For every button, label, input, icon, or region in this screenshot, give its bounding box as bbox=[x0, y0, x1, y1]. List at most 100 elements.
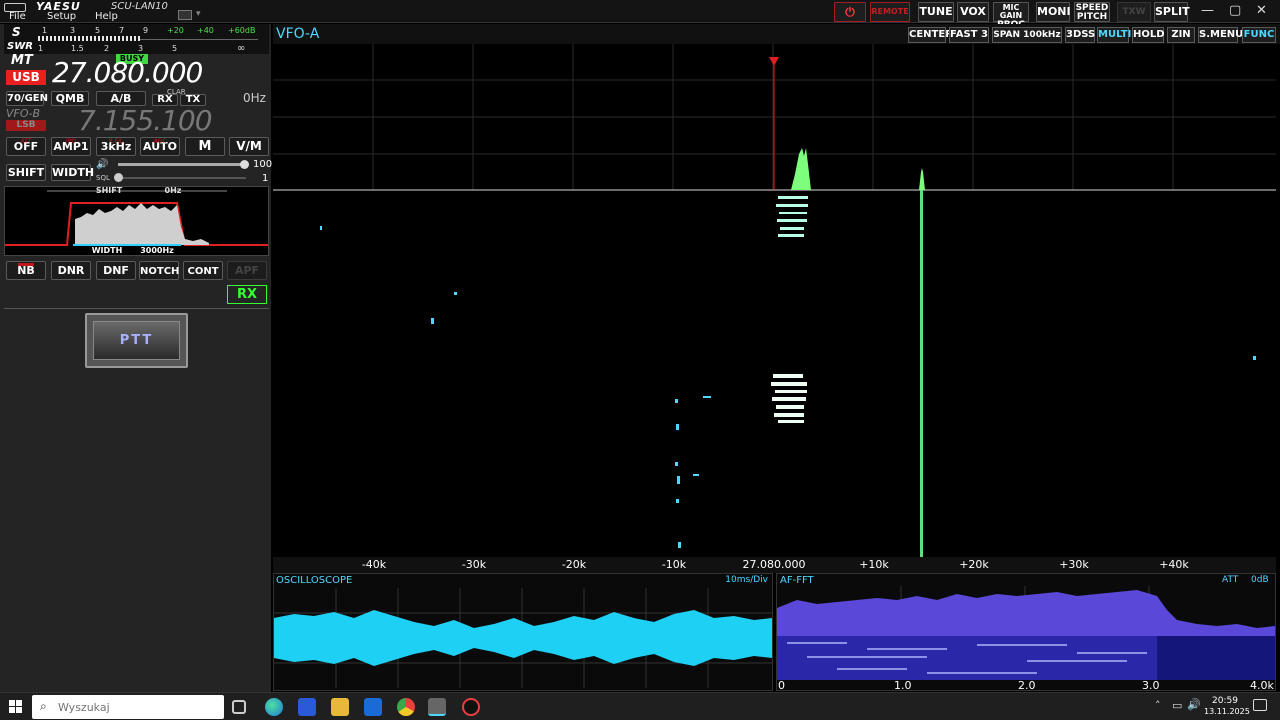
agc-top-label: AGC bbox=[153, 138, 167, 145]
dnr-label: DNR bbox=[57, 264, 85, 277]
menu-file[interactable]: File bbox=[9, 11, 26, 22]
network-icon[interactable]: ▭ bbox=[1172, 699, 1182, 712]
outlook-icon[interactable] bbox=[364, 698, 382, 716]
scope-vfo-label: VFO-A bbox=[276, 26, 320, 42]
vfo-a-mode[interactable]: USB bbox=[6, 70, 46, 85]
edge-browser-icon[interactable] bbox=[265, 698, 283, 716]
axis-tick-plus10k: +10k bbox=[859, 558, 889, 571]
app-icon-extra[interactable] bbox=[462, 698, 480, 716]
chrome-icon[interactable] bbox=[397, 698, 415, 716]
scope-multi-button[interactable]: MULTI bbox=[1097, 27, 1131, 43]
speaker-icon: 🔊 bbox=[96, 159, 109, 170]
gen-button[interactable]: 70/GEN bbox=[6, 91, 48, 106]
agc-button[interactable]: AUTO AGC bbox=[140, 137, 180, 156]
dnr-button[interactable]: DNR bbox=[51, 261, 91, 280]
vfo-a-mode-top: MT bbox=[11, 53, 33, 68]
vox-button[interactable]: VOX bbox=[957, 2, 989, 22]
notification-icon[interactable] bbox=[1253, 699, 1267, 711]
af-fft-spectrum bbox=[777, 590, 1275, 636]
moni-button[interactable]: MONI bbox=[1036, 2, 1071, 22]
roofing-top-label: R.FIL bbox=[108, 138, 124, 145]
af-fft-tick-0: 0 bbox=[778, 679, 785, 692]
taskbar-search-box[interactable]: ⌕ bbox=[32, 695, 224, 719]
frequency-axis: -40k -30k -20k -10k 27.080.000 +10k +20k… bbox=[273, 557, 1276, 573]
task-view-icon[interactable] bbox=[232, 700, 246, 714]
att-button[interactable]: OFF ATT bbox=[6, 137, 46, 156]
store-icon[interactable] bbox=[298, 698, 316, 716]
apf-button[interactable]: APF bbox=[227, 261, 267, 280]
dnf-label: DNF bbox=[103, 264, 129, 277]
scope-zin-button[interactable]: ZIN bbox=[1167, 27, 1195, 43]
clock-date[interactable]: 13.11.2025 bbox=[1204, 707, 1250, 716]
s-meter-bar bbox=[38, 36, 140, 41]
vfo-b-frequency[interactable]: 7.155.100 bbox=[78, 104, 213, 137]
scope-speed-button[interactable]: FAST 3 bbox=[949, 27, 989, 43]
oscilloscope-title: OSCILLOSCOPE bbox=[276, 575, 353, 586]
volume-slider-track[interactable] bbox=[118, 163, 246, 166]
scope-func-button[interactable]: FUNC bbox=[1242, 27, 1276, 43]
close-button[interactable]: ✕ bbox=[1256, 3, 1267, 18]
taskbar-search-input[interactable] bbox=[58, 698, 218, 716]
cont-button[interactable]: CONT bbox=[183, 261, 223, 280]
s-scale-plus40: +40 bbox=[197, 26, 214, 35]
scope-hold-button[interactable]: HOLD bbox=[1132, 27, 1165, 43]
af-fft-tick-1: 1.0 bbox=[894, 679, 912, 692]
spectrum-waterfall[interactable] bbox=[273, 44, 1276, 557]
spectrum-graphic bbox=[273, 44, 1276, 557]
signal-peak-carrier bbox=[919, 168, 925, 190]
scope-3dss-button[interactable]: 3DSS bbox=[1065, 27, 1095, 43]
scope-center-button[interactable]: CENTER bbox=[908, 27, 953, 43]
roofing-button[interactable]: 3kHz R.FIL bbox=[96, 137, 136, 156]
maximize-button[interactable]: ▢ bbox=[1229, 3, 1241, 18]
volume-icon[interactable]: 🔊 bbox=[1187, 698, 1201, 711]
volume-slider-thumb[interactable] bbox=[240, 160, 249, 169]
vfo-memory-button[interactable]: V/M bbox=[229, 137, 269, 156]
af-fft-tick-3: 3.0 bbox=[1142, 679, 1160, 692]
menu-help[interactable]: Help bbox=[95, 11, 118, 22]
file-explorer-icon[interactable] bbox=[331, 698, 349, 716]
pitch-label: PITCH bbox=[1076, 12, 1108, 22]
minimize-button[interactable]: — bbox=[1201, 3, 1214, 18]
ipo-button[interactable]: AMP1 IPO bbox=[51, 137, 91, 156]
power-button[interactable]: ⏻ bbox=[834, 2, 866, 22]
app-window: YAESU SCU-LAN10 ▾ File Setup Help ⏻ REMO… bbox=[0, 0, 1280, 720]
oscilloscope-scale: 10ms/Div bbox=[725, 575, 768, 585]
notch-button[interactable]: NOTCH bbox=[139, 261, 179, 280]
s-scale-1: 1 bbox=[42, 26, 48, 35]
width-button[interactable]: WIDTH bbox=[51, 164, 94, 181]
af-fft-waterfall-edge bbox=[1157, 636, 1275, 680]
notch-label: NOTCH bbox=[140, 266, 180, 277]
yaesu-app-icon[interactable] bbox=[428, 698, 446, 716]
memory-button[interactable]: M bbox=[185, 137, 225, 156]
oscilloscope-panel: OSCILLOSCOPE 10ms/Div bbox=[273, 573, 773, 691]
s-scale-5: 5 bbox=[95, 26, 101, 35]
mic-gain-proc-button[interactable]: MIC GAIN PROC bbox=[993, 2, 1029, 30]
menu-setup[interactable]: Setup bbox=[47, 11, 76, 22]
sql-value: 1 bbox=[262, 173, 269, 184]
windows-start-icon[interactable] bbox=[9, 700, 22, 713]
ptt-button[interactable]: PTT bbox=[85, 313, 188, 368]
shift-button[interactable]: SHIFT bbox=[6, 164, 46, 181]
chevron-down-icon[interactable]: ▾ bbox=[196, 9, 201, 19]
mic-gain-label: MIC GAIN bbox=[999, 3, 1023, 20]
af-fft-tick-4: 4.0k bbox=[1250, 679, 1274, 692]
tray-chevron-up-icon[interactable]: ˄ bbox=[1155, 699, 1161, 712]
scope-span-button[interactable]: SPAN 100kHz bbox=[992, 27, 1062, 43]
scope-smenu-button[interactable]: S.MENU bbox=[1198, 27, 1243, 43]
clock-time[interactable]: 20:59 bbox=[1212, 696, 1238, 706]
tune-button[interactable]: TUNE bbox=[918, 2, 954, 22]
split-button[interactable]: SPLIT bbox=[1154, 2, 1190, 22]
sql-slider-track[interactable] bbox=[118, 177, 246, 179]
remote-button[interactable]: REMOTE bbox=[870, 2, 910, 22]
rx-indicator: RX bbox=[227, 285, 267, 304]
txw-button[interactable]: TXW bbox=[1117, 2, 1151, 22]
vfo-b-mode[interactable]: LSB bbox=[6, 120, 46, 131]
dnf-button[interactable]: DNF bbox=[96, 261, 136, 280]
axis-tick-plus30k: +30k bbox=[1059, 558, 1089, 571]
oscilloscope-envelope bbox=[274, 610, 772, 666]
sql-slider-thumb[interactable] bbox=[114, 173, 123, 182]
af-fft-tick-2: 2.0 bbox=[1018, 679, 1036, 692]
nb-button[interactable]: NB bbox=[6, 261, 46, 280]
speed-pitch-button[interactable]: SPEED PITCH bbox=[1074, 2, 1110, 22]
vfo-a-frequency[interactable]: 27.080.000 bbox=[52, 56, 203, 89]
